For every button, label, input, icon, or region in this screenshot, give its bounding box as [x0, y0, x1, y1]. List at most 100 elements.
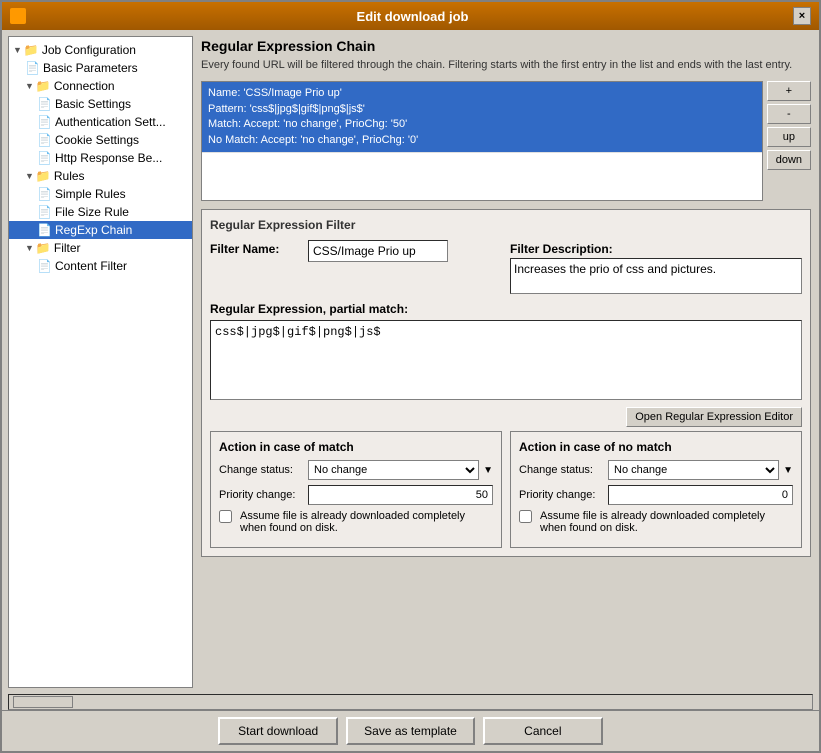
main-window: Edit download job × ▼ 📁 Job Configuratio… [0, 0, 821, 753]
file-icon: 📄 [37, 97, 52, 111]
match-priority-input[interactable] [308, 485, 493, 505]
file-icon: 📄 [37, 187, 52, 201]
chain-area: Name: 'CSS/Image Prio up' Pattern: 'css$… [201, 81, 811, 201]
sidebar-item-cookie-settings[interactable]: 📄 Cookie Settings [9, 131, 192, 149]
sidebar-item-label: Job Configuration [42, 43, 136, 57]
sidebar-item-regexp-chain[interactable]: 📄 RegExp Chain [9, 221, 192, 239]
expand-icon: ▼ [25, 171, 34, 181]
chain-section: Regular Expression Chain Every found URL… [201, 38, 811, 201]
filter-desc-label: Filter Description: [510, 240, 802, 256]
nomatch-box-title: Action in case of no match [519, 440, 793, 454]
nomatch-assume-checkbox[interactable] [519, 510, 532, 523]
sidebar-item-basic-params[interactable]: 📄 Basic Parameters [9, 59, 192, 77]
sidebar-item-simple-rules[interactable]: 📄 Simple Rules [9, 185, 192, 203]
chain-description: Every found URL will be filtered through… [201, 58, 811, 73]
nomatch-box: Action in case of no match Change status… [510, 431, 802, 548]
expand-icon: ▼ [25, 243, 34, 253]
nomatch-change-status-label: Change status: [519, 464, 604, 476]
file-icon: 📄 [37, 259, 52, 273]
folder-icon: 📁 [36, 79, 51, 93]
sidebar-item-label: Rules [54, 169, 85, 183]
chain-section-title: Regular Expression Chain [201, 38, 811, 54]
title-bar: Edit download job × [2, 2, 819, 30]
sidebar-item-http-response[interactable]: 📄 Http Response Be... [9, 149, 192, 167]
sidebar-item-file-size-rule[interactable]: 📄 File Size Rule [9, 203, 192, 221]
scrollbar-thumb[interactable] [13, 696, 73, 708]
window-content: ▼ 📁 Job Configuration 📄 Basic Parameters… [2, 30, 819, 751]
filter-section: Regular Expression Filter Filter Name: F… [201, 209, 811, 557]
sidebar-item-basic-settings[interactable]: 📄 Basic Settings [9, 95, 192, 113]
sidebar-item-label: Connection [54, 79, 115, 93]
move-down-button[interactable]: down [767, 150, 811, 170]
expand-icon: ▼ [13, 45, 22, 55]
add-entry-button[interactable]: + [767, 81, 811, 101]
folder-icon: 📁 [36, 241, 51, 255]
expand-icon: ▼ [25, 81, 34, 91]
horizontal-scrollbar[interactable] [8, 694, 813, 710]
nomatch-assume-label: Assume file is already downloaded comple… [540, 510, 793, 534]
filter-section-title: Regular Expression Filter [210, 218, 802, 232]
close-button[interactable]: × [793, 7, 811, 25]
nomatch-priority-input[interactable] [608, 485, 793, 505]
sidebar-item-label: Basic Parameters [43, 61, 138, 75]
chain-buttons: + - up down [767, 81, 811, 201]
match-box-title: Action in case of match [219, 440, 493, 454]
regex-section: Regular Expression, partial match: css$|… [210, 302, 802, 403]
start-download-button[interactable]: Start download [218, 717, 338, 745]
filter-desc-group: Filter Description: Increases the prio o… [510, 240, 802, 294]
folder-icon: 📁 [36, 169, 51, 183]
match-area: Action in case of match Change status: N… [210, 431, 802, 548]
match-assume-checkbox[interactable] [219, 510, 232, 523]
match-priority-row: Priority change: [219, 485, 493, 505]
remove-entry-button[interactable]: - [767, 104, 811, 124]
file-icon: 📄 [37, 151, 52, 165]
filter-name-label: Filter Name: [210, 240, 300, 256]
sidebar-item-label: Cookie Settings [55, 133, 139, 147]
filter-name-field-group: Filter Name: [210, 240, 502, 262]
filter-desc-input[interactable]: Increases the prio of css and pictures. [510, 258, 802, 294]
nomatch-select-arrow: ▼ [783, 465, 793, 476]
cancel-button[interactable]: Cancel [483, 717, 603, 745]
file-icon: 📄 [37, 133, 52, 147]
sidebar-item-auth-settings[interactable]: 📄 Authentication Sett... [9, 113, 192, 131]
regex-label: Regular Expression, partial match: [210, 302, 802, 316]
filter-name-input[interactable] [308, 240, 448, 262]
match-box: Action in case of match Change status: N… [210, 431, 502, 548]
sidebar-item-connection[interactable]: ▼ 📁 Connection [9, 77, 192, 95]
open-editor-row: Open Regular Expression Editor [210, 407, 802, 431]
file-icon: 📄 [37, 115, 52, 129]
save-template-button[interactable]: Save as template [346, 717, 475, 745]
sidebar-tree: ▼ 📁 Job Configuration 📄 Basic Parameters… [8, 36, 193, 688]
chain-list[interactable]: Name: 'CSS/Image Prio up' Pattern: 'css$… [201, 81, 763, 201]
sidebar-item-content-filter[interactable]: 📄 Content Filter [9, 257, 192, 275]
window-title: Edit download job [32, 9, 793, 24]
file-icon: 📄 [37, 223, 52, 237]
nomatch-change-status-row: Change status: No change ▼ [519, 460, 793, 480]
match-priority-label: Priority change: [219, 489, 304, 501]
match-assume-label: Assume file is already downloaded comple… [240, 510, 493, 534]
sidebar-item-job-config[interactable]: ▼ 📁 Job Configuration [9, 41, 192, 59]
chain-item-nomatch: No Match: Accept: 'no change', PrioChg: … [208, 133, 756, 148]
chain-item-match: Match: Accept: 'no change', PrioChg: '50… [208, 117, 756, 132]
nomatch-change-status-select[interactable]: No change [608, 460, 779, 480]
match-change-status-row: Change status: No change ▼ [219, 460, 493, 480]
right-panel: Regular Expression Chain Every found URL… [193, 30, 819, 694]
match-change-status-select[interactable]: No change [308, 460, 479, 480]
chain-item-name: Name: 'CSS/Image Prio up' [208, 86, 756, 101]
sidebar-item-label: File Size Rule [55, 205, 129, 219]
sidebar-item-label: Simple Rules [55, 187, 126, 201]
folder-icon: 📁 [24, 43, 39, 57]
sidebar-item-filter[interactable]: ▼ 📁 Filter [9, 239, 192, 257]
match-select-arrow: ▼ [483, 465, 493, 476]
nomatch-priority-label: Priority change: [519, 489, 604, 501]
filter-name-row: Filter Name: Filter Description: Increas… [210, 240, 802, 294]
sidebar-item-rules[interactable]: ▼ 📁 Rules [9, 167, 192, 185]
match-change-status-label: Change status: [219, 464, 304, 476]
move-up-button[interactable]: up [767, 127, 811, 147]
sidebar-item-label: Content Filter [55, 259, 127, 273]
open-editor-button[interactable]: Open Regular Expression Editor [626, 407, 802, 427]
chain-list-item[interactable]: Name: 'CSS/Image Prio up' Pattern: 'css$… [202, 82, 762, 153]
sidebar-item-label: Filter [54, 241, 81, 255]
regex-input[interactable]: css$|jpg$|gif$|png$|js$ [210, 320, 802, 400]
window-icon [10, 8, 26, 24]
